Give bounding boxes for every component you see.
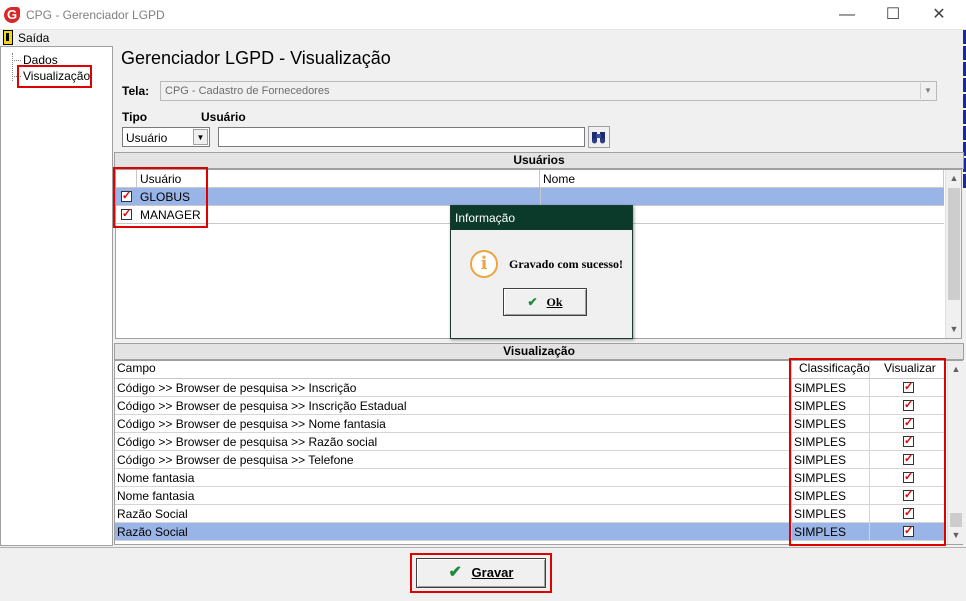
info-dialog: Informação i Gravado com sucesso! ✔ Ok [450, 205, 633, 339]
column-header-name[interactable]: Nome [540, 170, 944, 188]
menu-bar: Saída [0, 30, 966, 46]
view-scrollbar[interactable]: ▲ ▼ [947, 361, 963, 544]
field-cell: Código >> Browser de pesquisa >> Telefon… [115, 451, 792, 469]
column-header-field[interactable]: Campo [115, 361, 792, 379]
save-button-label: Gravar [471, 565, 514, 580]
screen-label: Tela: [122, 84, 150, 98]
type-label: Tipo [122, 110, 148, 124]
highlight-outline [113, 167, 208, 228]
close-window-button[interactable]: ✕ [916, 0, 962, 30]
field-cell: Código >> Browser de pesquisa >> Nome fa… [115, 415, 792, 433]
scroll-thumb[interactable] [948, 188, 960, 300]
screen-select[interactable]: CPG - Cadastro de Fornecedores ▼ [160, 81, 937, 101]
user-input[interactable] [218, 127, 585, 147]
field-cell: Código >> Browser de pesquisa >> Razão s… [115, 433, 792, 451]
window-title: CPG - Gerenciador LGPD [26, 8, 165, 22]
chevron-down-icon[interactable]: ▼ [920, 83, 935, 99]
ok-button-label: Ok [546, 295, 563, 309]
users-scrollbar[interactable]: ▲ ▼ [945, 170, 961, 338]
chevron-down-icon[interactable]: ▼ [193, 129, 208, 145]
field-cell: Nome fantasia [115, 487, 792, 505]
cell-divider [540, 188, 541, 206]
save-button[interactable]: ✔ Gravar [416, 558, 546, 588]
tree-connector [12, 60, 21, 61]
field-cell: Nome fantasia [115, 469, 792, 487]
dialog-title: Informação [451, 206, 632, 230]
maximize-button[interactable]: ☐ [870, 0, 916, 30]
type-select[interactable]: Usuário ▼ [122, 127, 210, 147]
field-cell: Código >> Browser de pesquisa >> Inscriç… [115, 397, 792, 415]
scroll-down-icon[interactable]: ▼ [948, 527, 964, 544]
dialog-message: Gravado com sucesso! [509, 257, 623, 271]
scroll-down-icon[interactable]: ▼ [946, 321, 962, 338]
field-cell: Código >> Browser de pesquisa >> Inscriç… [115, 379, 792, 397]
user-label: Usuário [201, 110, 246, 124]
exit-door-icon[interactable] [3, 30, 13, 45]
table-row[interactable]: GLOBUS [116, 188, 944, 206]
field-cell: Razão Social [115, 523, 792, 541]
field-cell: Razão Social [115, 505, 792, 523]
ok-button[interactable]: ✔ Ok [503, 288, 587, 316]
highlight-outline [789, 358, 946, 546]
checkmark-icon: ✔ [448, 564, 462, 581]
minimize-button[interactable]: — [824, 0, 870, 30]
tree-item-visualizacao[interactable]: Visualização [23, 69, 90, 83]
app-logo-icon: G [4, 7, 20, 23]
type-select-value: Usuário [126, 131, 168, 145]
checkmark-icon: ✔ [527, 295, 538, 309]
menu-item-exit[interactable]: Saída [18, 31, 49, 45]
screen-select-value: CPG - Cadastro de Fornecedores [165, 85, 330, 97]
title-bar: G CPG - Gerenciador LGPD — ☐ ✕ [0, 0, 966, 30]
scroll-up-icon[interactable]: ▲ [948, 361, 964, 378]
scroll-thumb[interactable] [950, 513, 962, 527]
binoculars-search-button[interactable] [588, 126, 610, 148]
binoculars-icon [592, 132, 605, 144]
users-section-header: Usuários [114, 152, 964, 169]
info-icon: i [470, 250, 498, 278]
navigation-tree: Dados Visualização [0, 46, 113, 546]
page-title: Gerenciador LGPD - Visualização [121, 48, 391, 68]
scroll-up-icon[interactable]: ▲ [946, 170, 962, 187]
